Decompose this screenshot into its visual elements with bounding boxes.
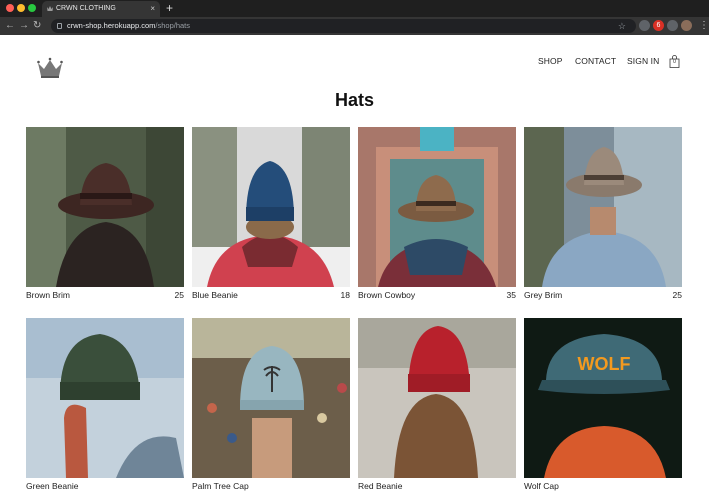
product-image[interactable] — [358, 318, 516, 478]
browser-tab[interactable]: CRWN CLOTHING × — [42, 1, 160, 17]
url-path: /shop/hats — [155, 21, 190, 30]
product-meta: Green Beanie — [26, 481, 184, 495]
product-price: 25 — [672, 290, 682, 300]
page-title: Hats — [334, 90, 374, 110]
product-meta: Brown Cowboy 35 — [358, 290, 516, 304]
lock-icon — [57, 23, 62, 29]
product-name: Green Beanie — [26, 481, 79, 491]
maximize-window-button[interactable] — [28, 4, 36, 12]
product-meta: Brown Brim 25 — [26, 290, 184, 304]
tab-title: CRWN CLOTHING — [56, 5, 116, 12]
collection-item[interactable]: Palm Tree Cap — [192, 318, 350, 495]
extension-badge[interactable]: 6 — [653, 20, 664, 31]
puzzle-extensions-icon[interactable] — [667, 20, 678, 31]
product-name: Wolf Cap — [524, 481, 559, 491]
nav-sign-in[interactable]: SIGN IN — [627, 56, 659, 66]
reload-button[interactable]: ↻ — [33, 19, 41, 33]
page-content: SHOP CONTACT SIGN IN 0 Hats Brown Brim 2… — [0, 35, 709, 491]
product-meta: Blue Beanie 18 — [192, 290, 350, 304]
cart-item-count: 0 — [673, 59, 676, 65]
address-bar[interactable]: crwn-shop.herokuapp.com/shop/hats ☆ — [51, 19, 636, 33]
browser-toolbar: ← → ↻ crwn-shop.herokuapp.com/shop/hats … — [0, 17, 709, 35]
forward-button[interactable]: → — [19, 19, 29, 33]
svg-text:WOLF: WOLF — [578, 354, 631, 374]
product-image[interactable] — [192, 127, 350, 287]
product-image[interactable] — [524, 127, 682, 287]
product-image[interactable] — [358, 127, 516, 287]
crown-favicon-icon — [47, 6, 53, 11]
product-meta: Red Beanie — [358, 481, 516, 495]
collection-item[interactable]: Green Beanie — [26, 318, 184, 495]
product-price: 18 — [340, 290, 350, 300]
product-name: Grey Brim — [524, 290, 563, 300]
close-window-button[interactable] — [6, 4, 14, 12]
browser-tab-bar: CRWN CLOTHING × + — [0, 0, 709, 17]
bookmark-star-icon[interactable]: ☆ — [618, 19, 626, 33]
collection-item[interactable]: WOLF Wolf Cap — [524, 318, 682, 495]
crown-logo-icon[interactable] — [37, 57, 63, 79]
product-image[interactable] — [192, 318, 350, 478]
product-name: Palm Tree Cap — [192, 481, 249, 491]
profile-avatar[interactable] — [681, 20, 692, 31]
product-price: 25 — [174, 290, 184, 300]
collection-item[interactable]: Blue Beanie 18 — [192, 127, 350, 304]
url-host: crwn-shop.herokuapp.com — [67, 21, 156, 30]
back-button[interactable]: ← — [5, 19, 15, 33]
product-image[interactable]: WOLF — [524, 318, 682, 478]
product-meta: Grey Brim 25 — [524, 290, 682, 304]
minimize-window-button[interactable] — [17, 4, 25, 12]
browser-menu-button[interactable]: ⋮ — [699, 19, 709, 33]
shopping-bag-icon[interactable]: 0 — [669, 55, 680, 68]
collection-item[interactable]: Brown Brim 25 — [26, 127, 184, 304]
nav-contact[interactable]: CONTACT — [575, 56, 616, 66]
collection-item[interactable]: Grey Brim 25 — [524, 127, 682, 304]
tab-close-button[interactable]: × — [150, 1, 155, 17]
product-meta: Wolf Cap — [524, 481, 682, 495]
product-price: 35 — [506, 290, 516, 300]
collection-item[interactable]: Brown Cowboy 35 — [358, 127, 516, 304]
product-meta: Palm Tree Cap — [192, 481, 350, 495]
extension-icon[interactable] — [639, 20, 650, 31]
product-name: Brown Cowboy — [358, 290, 416, 300]
nav-shop[interactable]: SHOP — [538, 56, 563, 66]
collection-item[interactable]: Red Beanie — [358, 318, 516, 495]
product-name: Blue Beanie — [192, 290, 238, 300]
product-name: Brown Brim — [26, 290, 70, 300]
product-image[interactable] — [26, 318, 184, 478]
new-tab-button[interactable]: + — [166, 0, 173, 17]
product-image[interactable] — [26, 127, 184, 287]
product-name: Red Beanie — [358, 481, 403, 491]
